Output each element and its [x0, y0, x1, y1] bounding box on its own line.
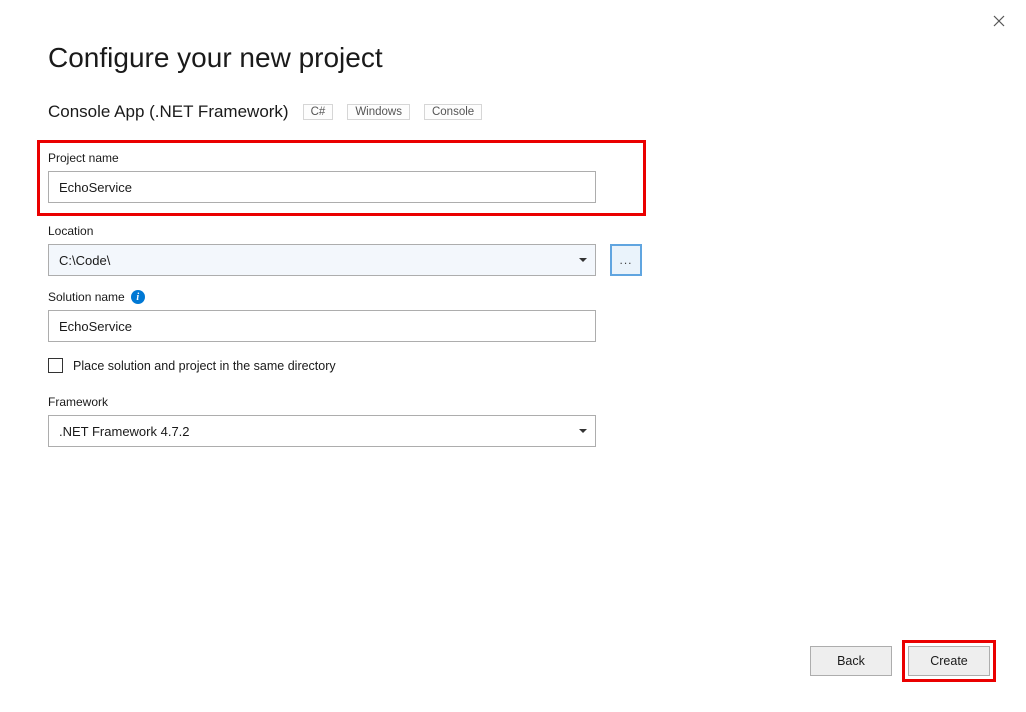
solution-name-input[interactable]: [48, 310, 596, 342]
framework-group: Framework .NET Framework 4.7.2: [48, 395, 978, 447]
location-dropdown[interactable]: C:\Code\: [48, 244, 596, 276]
same-directory-checkbox[interactable]: [48, 358, 63, 373]
template-row: Console App (.NET Framework) C# Windows …: [48, 102, 978, 122]
framework-dropdown[interactable]: .NET Framework 4.7.2: [48, 415, 596, 447]
location-label: Location: [48, 224, 978, 238]
solution-name-label-text: Solution name: [48, 290, 125, 304]
tag-type: Console: [424, 104, 482, 120]
solution-name-label: Solution name i: [48, 290, 978, 304]
framework-label: Framework: [48, 395, 978, 409]
tag-platform: Windows: [347, 104, 410, 120]
dialog-title: Configure your new project: [48, 42, 978, 74]
location-group: Location C:\Code\ ...: [48, 224, 978, 276]
chevron-down-icon: [579, 258, 587, 262]
project-name-label: Project name: [48, 151, 635, 165]
chevron-down-icon: [579, 429, 587, 433]
framework-value: .NET Framework 4.7.2: [59, 424, 190, 439]
dialog-content: Configure your new project Console App (…: [0, 0, 1026, 447]
project-name-input[interactable]: [48, 171, 596, 203]
create-button[interactable]: Create: [908, 646, 990, 676]
project-name-highlight: Project name: [37, 140, 646, 216]
same-directory-row: Place solution and project in the same d…: [48, 358, 978, 373]
template-name: Console App (.NET Framework): [48, 102, 289, 122]
same-directory-label: Place solution and project in the same d…: [73, 359, 336, 373]
close-button[interactable]: [990, 12, 1008, 30]
location-value: C:\Code\: [59, 253, 110, 268]
close-icon: [993, 15, 1005, 27]
info-icon[interactable]: i: [131, 290, 145, 304]
browse-button[interactable]: ...: [610, 244, 642, 276]
bottom-bar: Back Create: [810, 640, 996, 682]
tag-language: C#: [303, 104, 334, 120]
back-button[interactable]: Back: [810, 646, 892, 676]
create-button-highlight: Create: [902, 640, 996, 682]
solution-name-group: Solution name i: [48, 290, 978, 342]
